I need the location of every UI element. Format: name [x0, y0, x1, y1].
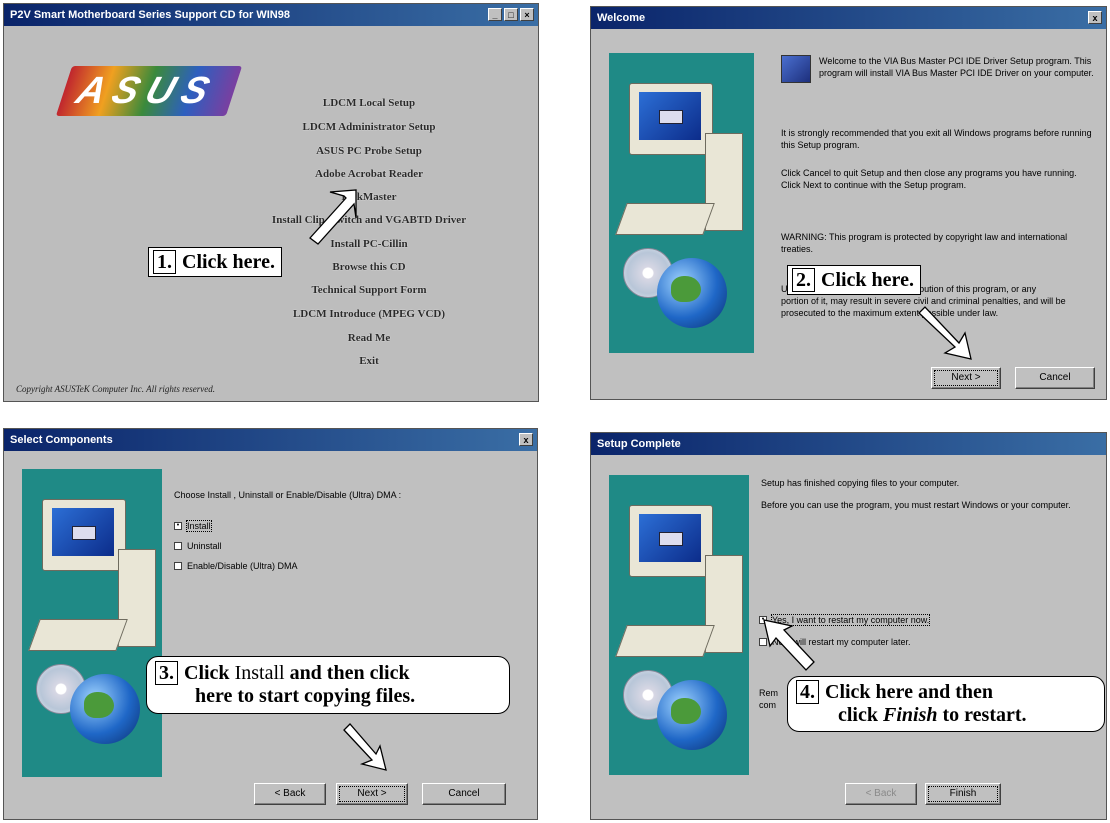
option-uninstall[interactable]: Uninstall: [174, 541, 222, 551]
maximize-icon[interactable]: □: [504, 8, 518, 21]
menu-exit[interactable]: Exit: [319, 355, 419, 367]
panel3-titlebar: Select Components x: [4, 429, 537, 451]
callout-step-4: 4. Click here and then click Finish to re…: [787, 676, 1105, 732]
menu-ldcm-introduce[interactable]: LDCM Introduce (MPEG VCD): [259, 308, 479, 320]
computer-icon: [629, 505, 713, 577]
setup-artwork: [22, 469, 162, 777]
radio-icon: [174, 562, 182, 570]
panel-select-components: Select Components x Choose Install , Uni…: [3, 428, 538, 820]
remove-media-text: Rem com: [759, 688, 779, 710]
next-button[interactable]: Next >: [931, 367, 1001, 389]
components-prompt: Choose Install , Uninstall or Enable/Dis…: [174, 490, 402, 500]
option-install[interactable]: • Install: [174, 520, 212, 532]
panel3-title: Select Components: [10, 434, 113, 446]
panel1-window-controls: _ □ ×: [488, 8, 534, 21]
panel2-titlebar: Welcome x: [591, 7, 1106, 29]
menu-acrobat-reader[interactable]: Adobe Acrobat Reader: [279, 168, 459, 180]
cancel-button[interactable]: Cancel: [422, 783, 506, 805]
setup-artwork: [609, 53, 754, 353]
close-icon[interactable]: x: [519, 433, 533, 446]
setup-computer-icon: [781, 55, 811, 83]
globe-icon: [657, 680, 727, 750]
panel1-title: P2V Smart Motherboard Series Support CD …: [10, 9, 290, 21]
menu-ldcm-local-setup[interactable]: LDCM Local Setup: [279, 97, 459, 109]
panel-autorun-menu: P2V Smart Motherboard Series Support CD …: [3, 3, 539, 402]
callout-number: 1.: [153, 250, 176, 274]
panel1-titlebar: P2V Smart Motherboard Series Support CD …: [4, 4, 538, 26]
option-enable-disable-dma[interactable]: Enable/Disable (Ultra) DMA: [174, 561, 298, 571]
radio-checked-icon: •: [174, 522, 182, 530]
globe-icon: [70, 674, 140, 744]
close-icon[interactable]: x: [1088, 11, 1102, 24]
panel4-title: Setup Complete: [597, 438, 681, 450]
welcome-paragraph-1: Welcome to the VIA Bus Master PCI IDE Dr…: [819, 56, 1094, 78]
menu-pc-probe-setup[interactable]: ASUS PC Probe Setup: [279, 145, 459, 157]
panel-welcome-dialog: Welcome x Welcome to the VIA Bus Master …: [590, 6, 1107, 400]
arrow-icon: [763, 619, 815, 671]
callout-text: Click here.: [182, 251, 275, 273]
copyright-text: Copyright ASUSTeK Computer Inc. All righ…: [16, 384, 215, 394]
panel-setup-complete: Setup Complete Setup has finished copyin…: [590, 432, 1107, 820]
callout-text: Click here.: [821, 269, 914, 291]
setup-finished-text: Setup has finished copying files to your…: [761, 478, 960, 488]
arrow-icon: [309, 189, 357, 245]
computer-icon: [42, 499, 126, 571]
welcome-paragraph-2: It is strongly recommended that you exit…: [781, 128, 1092, 150]
restart-notice-text: Before you can use the program, you must…: [761, 500, 1071, 510]
callout-step-2: 2. Click here.: [787, 265, 921, 295]
callout-step-3: 3. Click Install and then click here to s…: [146, 656, 510, 714]
radio-icon: [174, 542, 182, 550]
asus-logo: ASUS: [55, 66, 243, 116]
menu-read-me[interactable]: Read Me: [319, 332, 419, 344]
back-button[interactable]: < Back: [254, 783, 326, 805]
close-icon[interactable]: ×: [520, 8, 534, 21]
panel2-title: Welcome: [597, 12, 646, 24]
arrow-icon: [343, 723, 387, 771]
arrow-icon: [918, 306, 972, 360]
finish-button[interactable]: Finish: [925, 783, 1001, 805]
cancel-button[interactable]: Cancel: [1015, 367, 1095, 389]
callout-number: 3.: [155, 661, 178, 685]
minimize-icon[interactable]: _: [488, 8, 502, 21]
menu-ldcm-admin-setup[interactable]: LDCM Administrator Setup: [274, 121, 464, 133]
computer-icon: [629, 83, 713, 155]
setup-artwork: [609, 475, 749, 775]
callout-number: 2.: [792, 268, 815, 292]
callout-step-1: 1. Click here.: [148, 247, 282, 277]
welcome-paragraph-3: Click Cancel to quit Setup and then clos…: [781, 168, 1077, 190]
menu-browse-cd[interactable]: Browse this CD: [299, 261, 439, 273]
globe-icon: [657, 258, 727, 328]
menu-tech-support-form[interactable]: Technical Support Form: [279, 284, 459, 296]
menu-install-drivers[interactable]: Install Clip, Switch and VGABTD Driver: [229, 214, 509, 226]
panel4-titlebar: Setup Complete: [591, 433, 1106, 455]
callout-number: 4.: [796, 680, 819, 704]
next-button[interactable]: Next >: [336, 783, 408, 805]
back-button[interactable]: < Back: [845, 783, 917, 805]
welcome-paragraph-4: WARNING: This program is protected by co…: [781, 232, 1068, 254]
